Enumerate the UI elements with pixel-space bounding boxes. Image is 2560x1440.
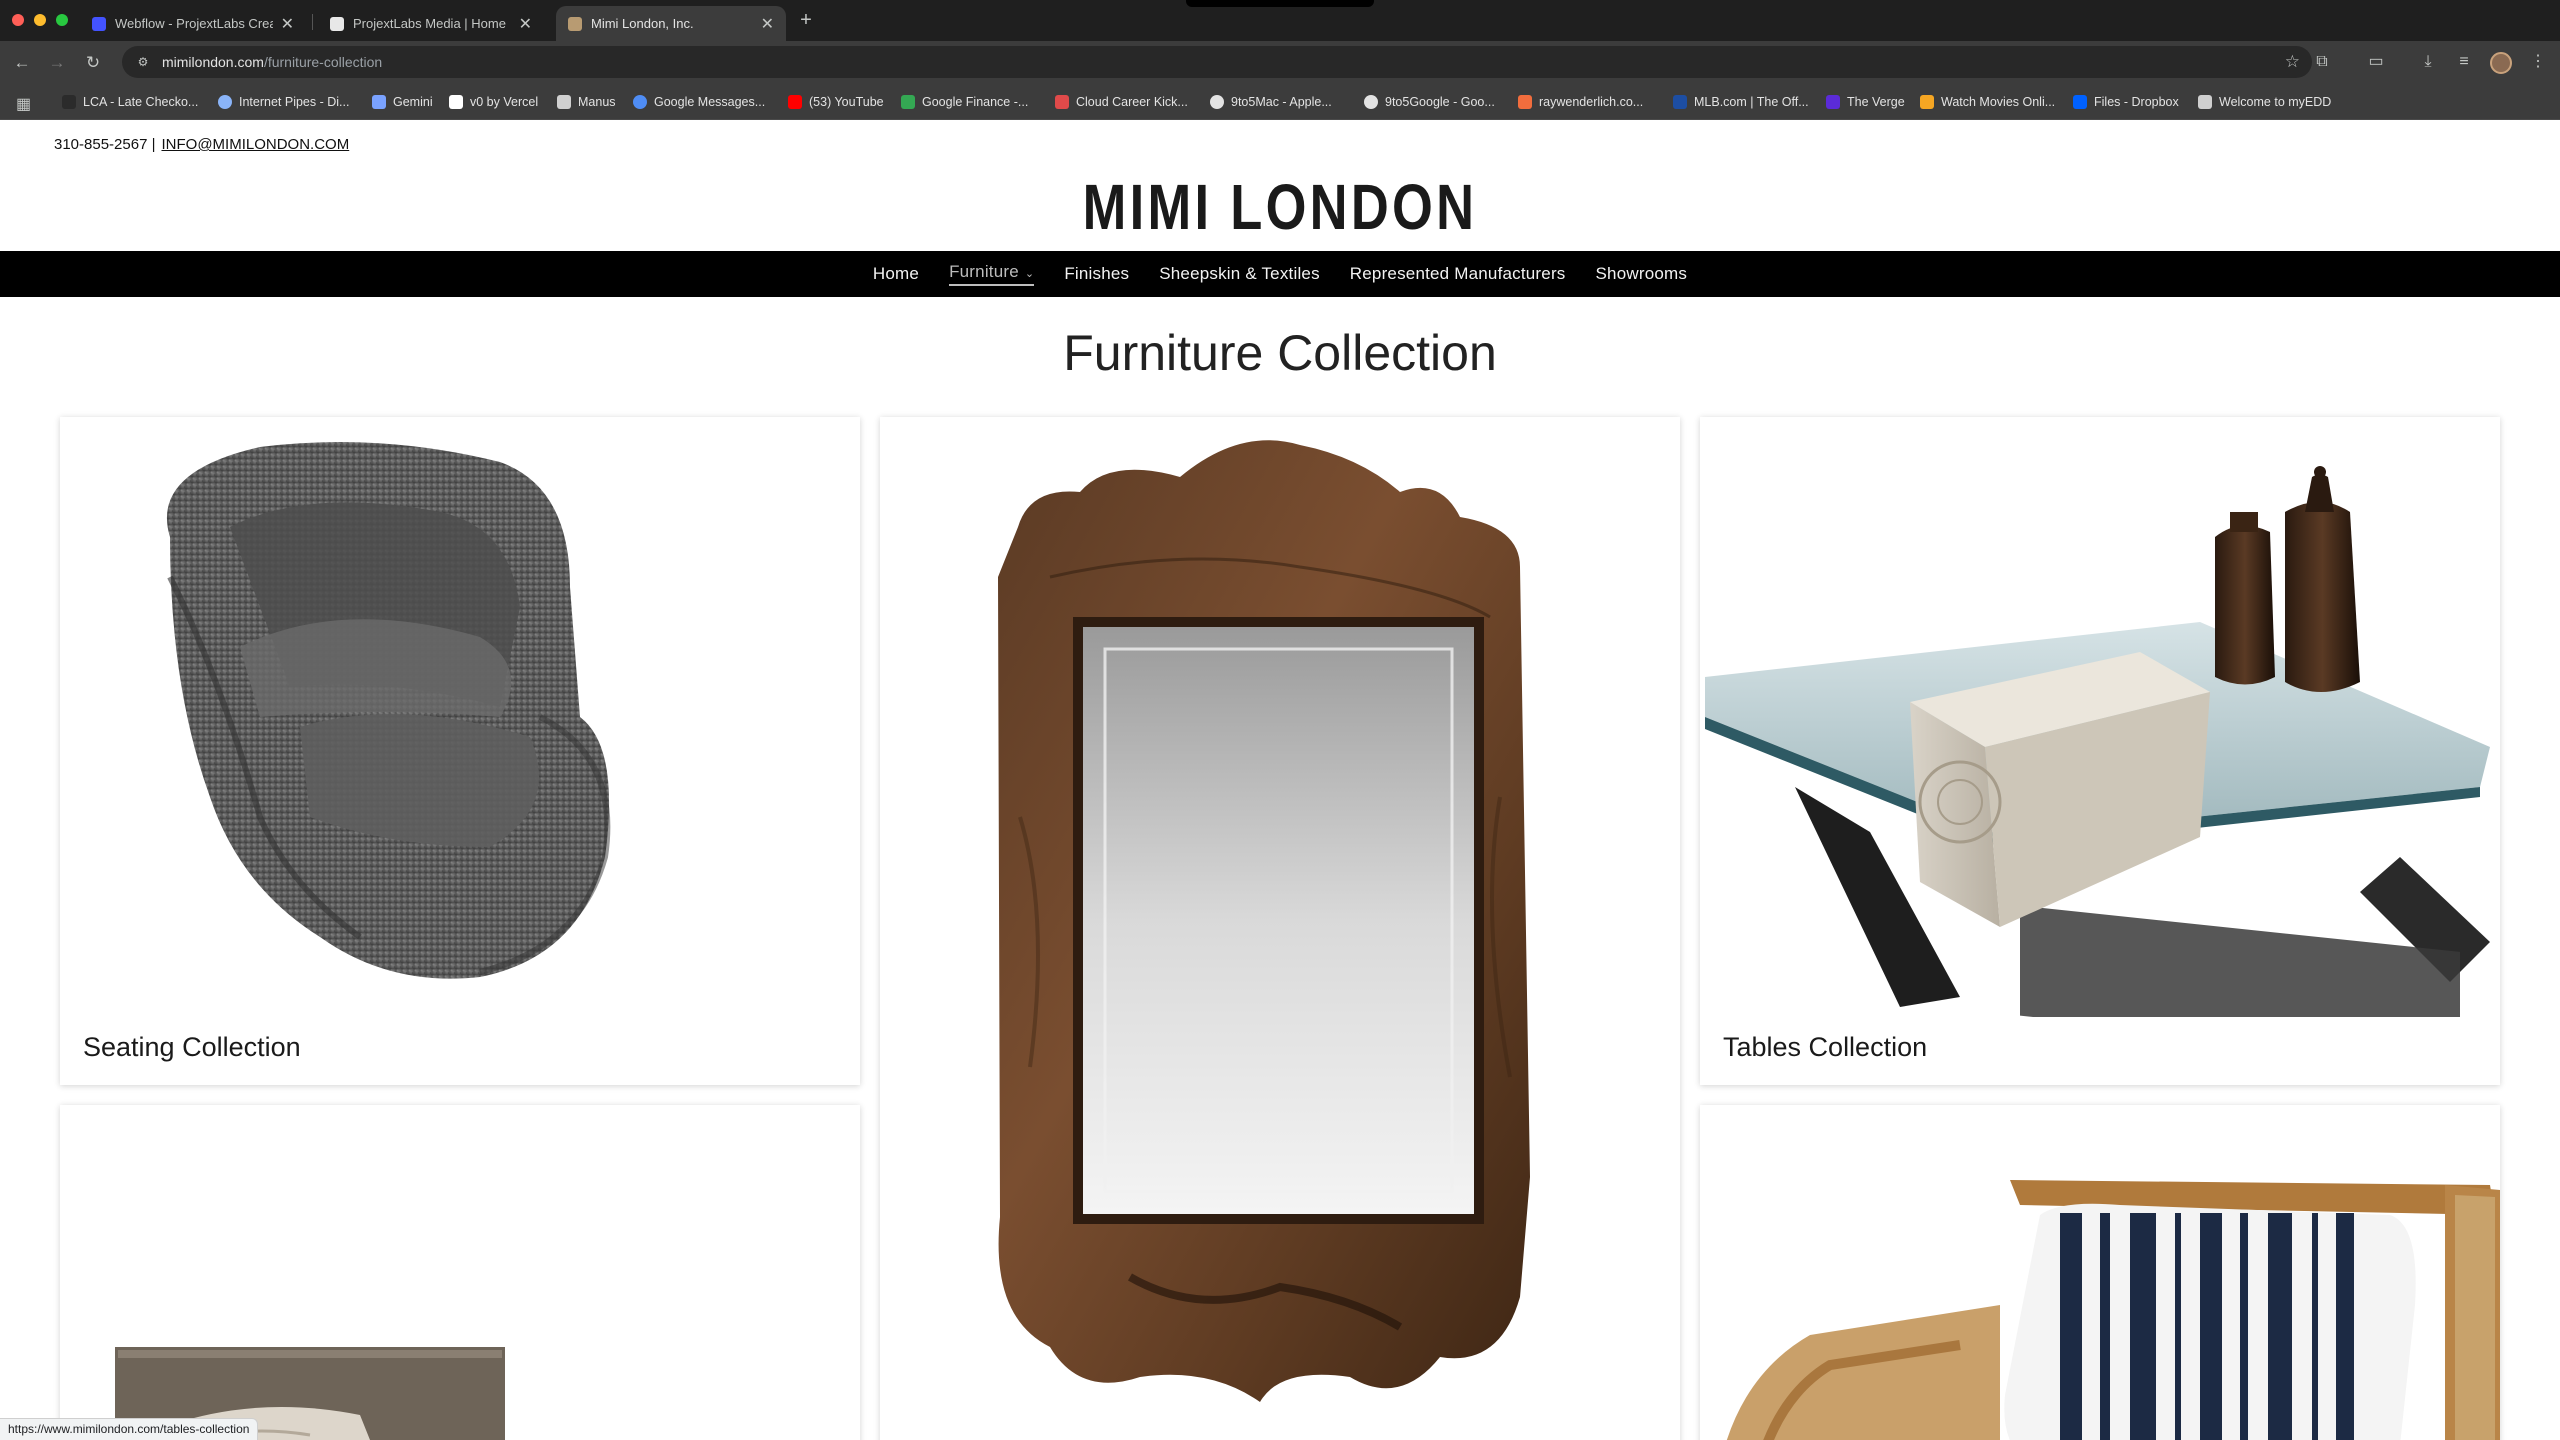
- bookmark-item[interactable]: Gemini: [372, 93, 433, 111]
- finance-icon: [901, 95, 915, 109]
- bookmark-item[interactable]: The Verge: [1826, 93, 1905, 111]
- link-status-bar: https://www.mimilondon.com/tables-collec…: [0, 1418, 259, 1440]
- extensions-icon[interactable]: ⧉: [2310, 50, 2334, 74]
- bookmark-favicon-icon: [1210, 95, 1224, 109]
- mimi-london-favicon-icon: [568, 16, 582, 31]
- bookmark-item[interactable]: Files - Dropbox: [2073, 93, 2179, 111]
- mirrors-collection-card[interactable]: [880, 417, 1680, 1440]
- camera-notch: [1186, 0, 1374, 7]
- page-title: Furniture Collection: [1063, 325, 1497, 381]
- bookmark-item[interactable]: MLB.com | The Off...: [1673, 93, 1809, 111]
- mlb-icon: [1673, 95, 1687, 109]
- bookmark-item[interactable]: (53) YouTube: [788, 93, 884, 111]
- bedroom-collection-card[interactable]: [60, 1105, 860, 1440]
- site-logo[interactable]: MIMI LONDON: [230, 170, 2329, 244]
- reload-icon[interactable]: ↻: [80, 50, 106, 76]
- projextlabs-favicon-icon: [330, 16, 344, 31]
- site-info-icon[interactable]: ⚙: [134, 53, 152, 71]
- phone-number[interactable]: 310-855-2567 |: [54, 136, 155, 153]
- download-icon[interactable]: ⤓: [2416, 50, 2440, 74]
- new-tab-button[interactable]: +: [794, 8, 818, 32]
- browser-toolbar: ← → ↻ ⚙ mimilondon.com/furniture-collect…: [0, 41, 2560, 84]
- address-bar[interactable]: ⚙ mimilondon.com/furniture-collection ☆: [122, 46, 2312, 78]
- youtube-icon: [788, 95, 802, 109]
- bookmark-favicon-icon: [557, 95, 571, 109]
- media-controls-icon[interactable]: ≡: [2452, 50, 2476, 74]
- nav-furniture[interactable]: Furniture ⌄: [949, 262, 1035, 286]
- nav-showrooms[interactable]: Showrooms: [1596, 264, 1688, 284]
- apps-grid-icon[interactable]: ▦: [16, 94, 31, 114]
- bookmark-favicon-icon: [2198, 95, 2212, 109]
- close-tab-icon[interactable]: ✕: [761, 14, 774, 34]
- bookmark-favicon-icon: [218, 95, 232, 109]
- maximize-window-button[interactable]: [56, 14, 68, 26]
- profile-avatar[interactable]: [2490, 52, 2512, 74]
- wood-mirror-image: [998, 440, 1530, 1402]
- nav-represented-manufacturers[interactable]: Represented Manufacturers: [1350, 264, 1566, 284]
- browser-tab-strip: Webflow - ProjextLabs Creat ✕ ProjextLab…: [0, 0, 2560, 41]
- bookmark-favicon-icon: [1364, 95, 1378, 109]
- more-menu-icon[interactable]: ⋮: [2526, 50, 2550, 74]
- bookmark-item[interactable]: Internet Pipes - Di...: [218, 93, 349, 111]
- bookmark-item[interactable]: Cloud Career Kick...: [1055, 93, 1188, 111]
- bookmark-item[interactable]: v0 by Vercel: [449, 93, 538, 111]
- webflow-favicon-icon: [92, 16, 106, 31]
- seating-collection-card[interactable]: Seating Collection: [60, 417, 860, 1085]
- gemini-icon: [372, 95, 386, 109]
- browser-tab[interactable]: Webflow - ProjextLabs Creat ✕: [80, 6, 306, 41]
- bookmark-favicon-icon: [62, 95, 76, 109]
- bookmark-favicon-icon: [1518, 95, 1532, 109]
- woven-chair-image: [1726, 1180, 2500, 1440]
- main-navigation: Home Furniture ⌄ Finishes Sheepskin & Tex…: [0, 251, 2560, 297]
- tab-divider: [312, 14, 313, 30]
- email-link[interactable]: INFO@MIMILONDON.COM: [161, 136, 349, 153]
- nav-sheepskin-textiles[interactable]: Sheepskin & Textiles: [1159, 264, 1320, 284]
- bookmark-favicon-icon: [449, 95, 463, 109]
- bookmark-item[interactable]: 9to5Mac - Apple...: [1210, 93, 1332, 111]
- close-window-button[interactable]: [12, 14, 24, 26]
- close-tab-icon[interactable]: ✕: [519, 14, 532, 34]
- bookmark-item[interactable]: Manus: [557, 93, 616, 111]
- bed-image: [115, 1347, 505, 1440]
- nav-furniture-label: Furniture: [949, 262, 1019, 281]
- tables-collection-label: Tables Collection: [1723, 1032, 1928, 1062]
- bookmark-item[interactable]: raywenderlich.co...: [1518, 93, 1643, 111]
- bookmark-item[interactable]: Google Finance -...: [901, 93, 1028, 111]
- bookmark-favicon-icon: [1055, 95, 1069, 109]
- bookmark-item[interactable]: 9to5Google - Goo...: [1364, 93, 1495, 111]
- back-arrow-icon[interactable]: ←: [9, 50, 35, 76]
- chevron-down-icon: ⌄: [1024, 268, 1035, 280]
- url-text[interactable]: mimilondon.com/furniture-collection: [162, 54, 382, 70]
- nav-home[interactable]: Home: [873, 264, 919, 284]
- bookmark-item[interactable]: Watch Movies Onli...: [1920, 93, 2055, 111]
- bookmark-item[interactable]: LCA - Late Checko...: [62, 93, 198, 111]
- cast-icon[interactable]: ▭: [2364, 50, 2388, 74]
- bookmark-item[interactable]: Google Messages...: [633, 93, 765, 111]
- armchair-image: [166, 442, 611, 979]
- seating-collection-label: Seating Collection: [83, 1032, 301, 1062]
- contact-info: 310-855-2567 | INFO@MIMILONDON.COM: [54, 136, 349, 153]
- web-page: 310-855-2567 | INFO@MIMILONDON.COM MIMI L…: [0, 120, 2560, 1440]
- outdoor-collection-card[interactable]: [1700, 1105, 2500, 1440]
- minimize-window-button[interactable]: [34, 14, 46, 26]
- messages-icon: [633, 95, 647, 109]
- bookmark-item[interactable]: Welcome to myEDD: [2198, 93, 2331, 111]
- browser-tab-active[interactable]: Mimi London, Inc. ✕: [556, 6, 786, 41]
- bookmarks-bar: ▦ LCA - Late Checko... Internet Pipes - …: [0, 84, 2560, 120]
- tables-collection-card[interactable]: Tables Collection: [1700, 417, 2500, 1085]
- close-tab-icon[interactable]: ✕: [281, 14, 294, 34]
- bookmark-star-icon[interactable]: ☆: [2285, 52, 2300, 72]
- coffee-table-image: [1705, 466, 2490, 1062]
- browser-tab[interactable]: ProjextLabs Media | Home ✕: [318, 6, 544, 41]
- bookmark-favicon-icon: [1920, 95, 1934, 109]
- forward-arrow-icon[interactable]: →: [44, 50, 70, 76]
- nav-finishes[interactable]: Finishes: [1064, 264, 1129, 284]
- verge-icon: [1826, 95, 1840, 109]
- dropbox-icon: [2073, 95, 2087, 109]
